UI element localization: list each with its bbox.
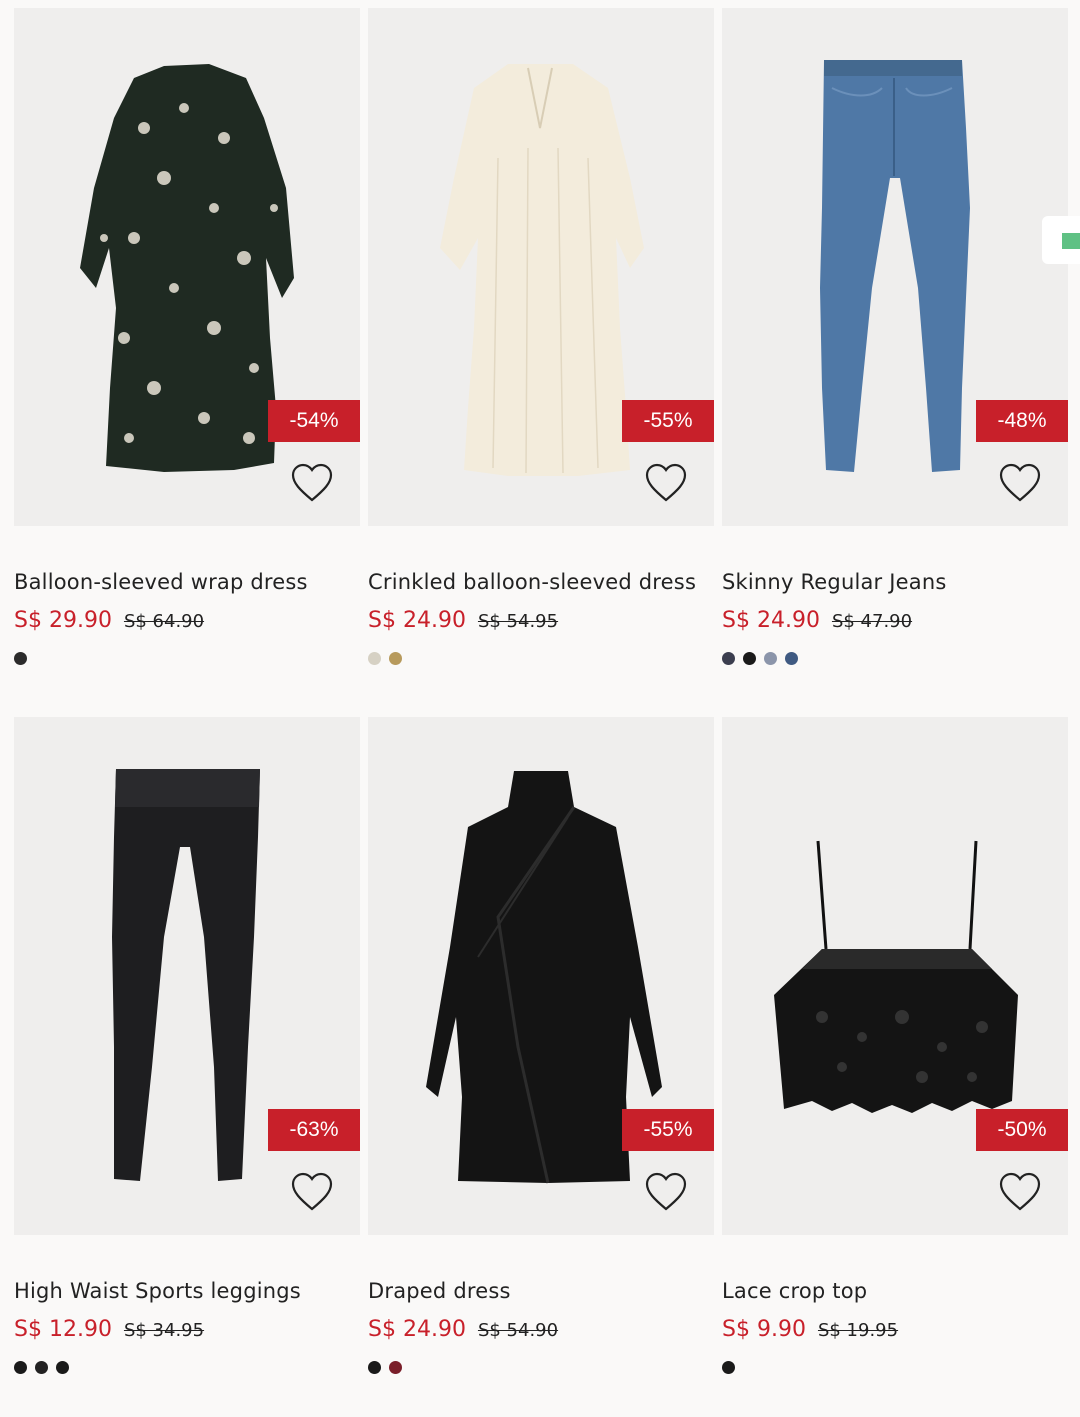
product-image[interactable]: -55%: [368, 717, 714, 1235]
discount-badge: -55%: [622, 400, 714, 442]
color-swatches: [14, 1361, 69, 1374]
color-swatch[interactable]: [389, 652, 402, 665]
sale-price: S$ 24.90: [368, 608, 466, 633]
price-row: S$ 24.90 S$ 54.90: [368, 1317, 558, 1342]
color-swatches: [368, 1361, 402, 1374]
draped-dress-image: [426, 771, 662, 1184]
color-swatch[interactable]: [764, 652, 777, 665]
original-price: S$ 19.95: [817, 1320, 899, 1341]
product-title[interactable]: Crinkled balloon-sleeved dress: [368, 570, 696, 594]
discount-badge: -54%: [268, 400, 360, 442]
color-swatches: [722, 652, 798, 665]
color-swatch[interactable]: [743, 652, 756, 665]
color-swatches: [14, 652, 27, 665]
product-card[interactable]: -55% Crinkled balloon-sleeved dress S$ 2…: [368, 8, 714, 708]
price-row: S$ 29.90 S$ 64.90: [14, 608, 204, 633]
color-swatch[interactable]: [368, 652, 381, 665]
product-image[interactable]: -55%: [368, 8, 714, 526]
color-swatch[interactable]: [722, 652, 735, 665]
color-swatch[interactable]: [368, 1361, 381, 1374]
leggings-image: [112, 769, 260, 1181]
lace-top-image: [774, 840, 1018, 1113]
heart-icon[interactable]: [290, 462, 334, 504]
product-title[interactable]: Draped dress: [368, 1279, 511, 1303]
product-card[interactable]: -54% Balloon-sleeved wrap dress S$ 29.90…: [14, 8, 360, 708]
sale-price: S$ 29.90: [14, 608, 112, 633]
original-price: S$ 64.90: [123, 611, 205, 632]
sale-price: S$ 12.90: [14, 1317, 112, 1342]
sale-price: S$ 24.90: [368, 1317, 466, 1342]
heart-icon[interactable]: [644, 462, 688, 504]
color-swatches: [368, 652, 402, 665]
product-card[interactable]: -63% High Waist Sports leggings S$ 12.90…: [14, 717, 360, 1417]
product-title[interactable]: Balloon-sleeved wrap dress: [14, 570, 308, 594]
wrap-dress-image: [80, 64, 294, 472]
discount-badge: -63%: [268, 1109, 360, 1151]
price-row: S$ 9.90 S$ 19.95: [722, 1317, 898, 1342]
color-swatch[interactable]: [389, 1361, 402, 1374]
sale-price: S$ 24.90: [722, 608, 820, 633]
color-swatch[interactable]: [56, 1361, 69, 1374]
price-row: S$ 24.90 S$ 47.90: [722, 608, 912, 633]
original-price: S$ 34.95: [123, 1320, 205, 1341]
product-image[interactable]: -50%: [722, 717, 1068, 1235]
discount-badge: -48%: [976, 400, 1068, 442]
color-swatches: [722, 1361, 735, 1374]
product-grid: -54% Balloon-sleeved wrap dress S$ 29.90…: [14, 8, 1068, 1417]
price-row: S$ 12.90 S$ 34.95: [14, 1317, 204, 1342]
heart-icon[interactable]: [998, 1171, 1042, 1213]
original-price: S$ 54.90: [477, 1320, 559, 1341]
product-title[interactable]: Lace crop top: [722, 1279, 867, 1303]
heart-icon[interactable]: [290, 1171, 334, 1213]
discount-badge: -55%: [622, 1109, 714, 1151]
original-price: S$ 54.95: [477, 611, 559, 632]
price-row: S$ 24.90 S$ 54.95: [368, 608, 558, 633]
original-price: S$ 47.90: [831, 611, 913, 632]
jeans-image: [820, 60, 970, 472]
color-swatch[interactable]: [35, 1361, 48, 1374]
product-title[interactable]: Skinny Regular Jeans: [722, 570, 947, 594]
side-widget-tab[interactable]: [1042, 216, 1080, 264]
product-card[interactable]: -50% Lace crop top S$ 9.90 S$ 19.95: [722, 717, 1068, 1417]
product-image[interactable]: -48%: [722, 8, 1068, 526]
product-card[interactable]: -48% Skinny Regular Jeans S$ 24.90 S$ 47.…: [722, 8, 1068, 708]
color-swatch[interactable]: [785, 652, 798, 665]
heart-icon[interactable]: [644, 1171, 688, 1213]
color-swatch[interactable]: [14, 1361, 27, 1374]
product-image[interactable]: -54%: [14, 8, 360, 526]
product-title[interactable]: High Waist Sports leggings: [14, 1279, 301, 1303]
product-card[interactable]: -55% Draped dress S$ 24.90 S$ 54.90: [368, 717, 714, 1417]
sale-price: S$ 9.90: [722, 1317, 806, 1342]
cream-dress-image: [440, 64, 644, 476]
heart-icon[interactable]: [998, 462, 1042, 504]
color-swatch[interactable]: [14, 652, 27, 665]
widget-indicator-icon: [1062, 233, 1080, 249]
color-swatch[interactable]: [722, 1361, 735, 1374]
product-image[interactable]: -63%: [14, 717, 360, 1235]
discount-badge: -50%: [976, 1109, 1068, 1151]
